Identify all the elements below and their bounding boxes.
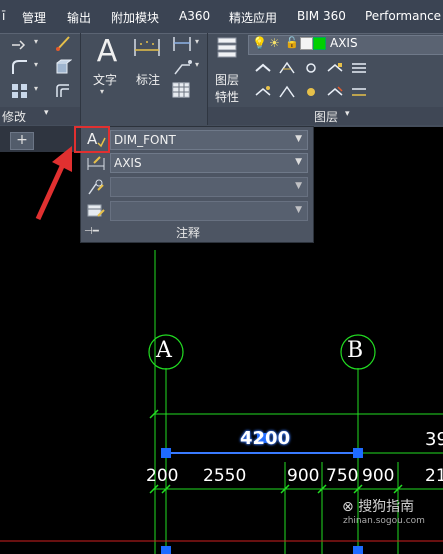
dim-value: 21 — [425, 466, 443, 486]
dim-value: 900 — [287, 466, 320, 486]
dim-value: 2550 — [203, 466, 247, 486]
dim-value: 750 — [326, 466, 359, 486]
watermark: ⊗ 搜狗指南 — [342, 499, 415, 515]
highlight-box — [74, 126, 110, 153]
dim-value-selected[interactable]: 4200 — [240, 428, 290, 449]
callout-arrow-shaft — [35, 160, 67, 221]
dimension-style-icon[interactable] — [86, 154, 106, 172]
grid-bubble-b-label: B — [347, 338, 364, 363]
grip-bottom-left — [161, 546, 171, 554]
grip-right — [353, 448, 363, 458]
grip-bottom-right — [353, 546, 363, 554]
dimension-style-dropdown[interactable]: AXIS ▼ — [110, 153, 308, 173]
watermark-url: zhinan.sogou.com — [343, 516, 425, 526]
grip-left — [161, 448, 171, 458]
dim-value-right: 39 — [425, 429, 443, 450]
multileader-style-dropdown[interactable]: ▼ — [110, 177, 308, 197]
multileader-style-icon[interactable] — [86, 178, 106, 196]
dim-value: 200 — [146, 466, 179, 486]
pin-panel-icon[interactable]: ⊣━ — [84, 226, 99, 237]
annotation-panel-footer[interactable]: 注释 — [176, 224, 200, 241]
paw-icon: ⊗ — [342, 499, 354, 515]
table-style-dropdown[interactable]: ▼ — [110, 201, 308, 221]
table-style-icon[interactable] — [86, 202, 106, 220]
dim-value: 900 — [362, 466, 395, 486]
text-style-dropdown[interactable]: DIM_FONT ▼ — [110, 130, 308, 150]
grid-bubble-a-label: A — [156, 338, 172, 363]
